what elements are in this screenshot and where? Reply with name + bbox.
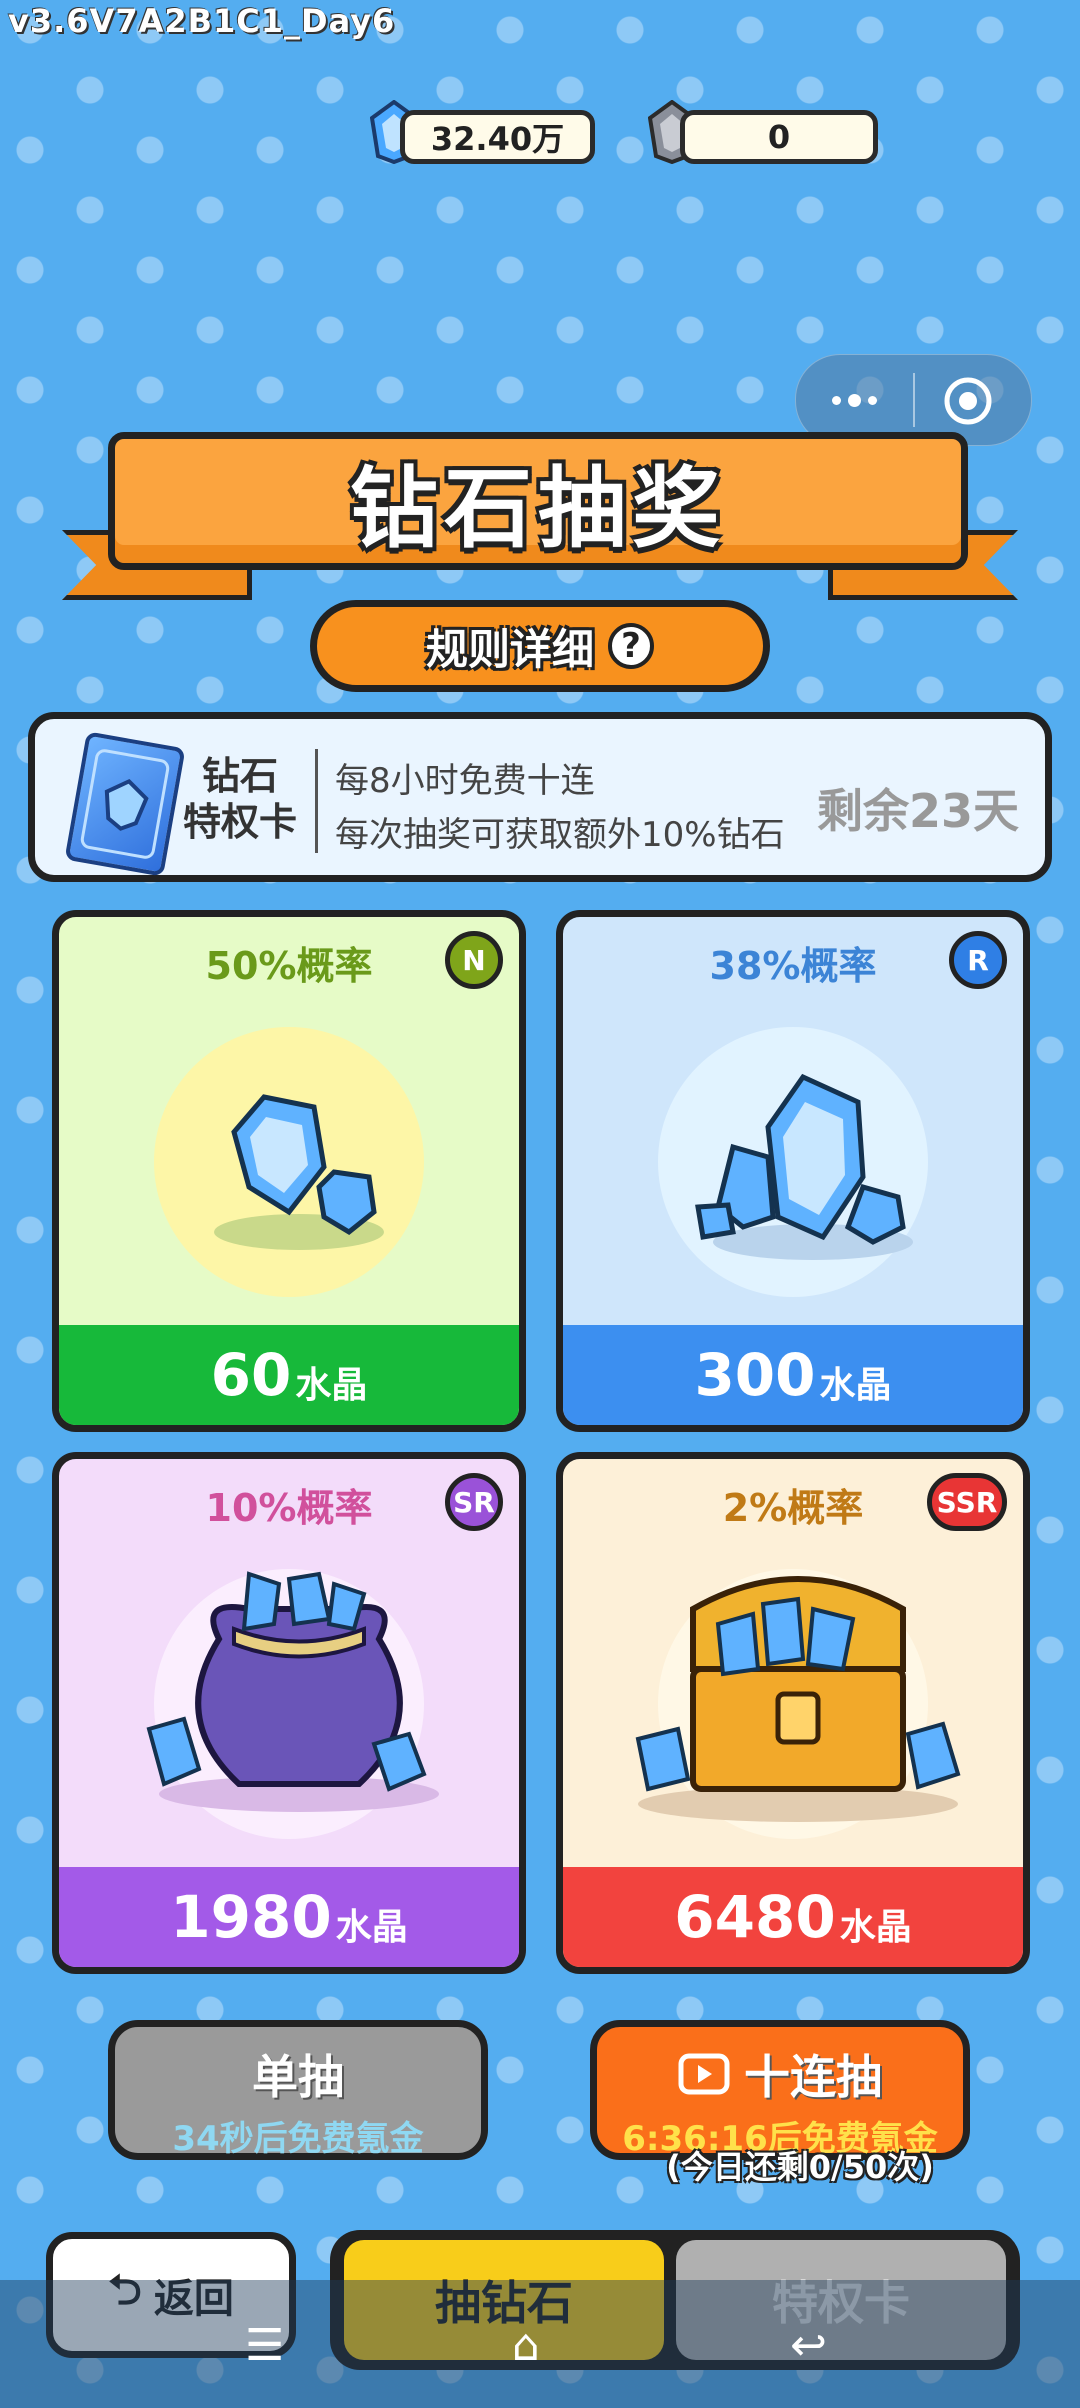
video-ad-icon xyxy=(678,2053,730,2095)
vip-desc-2: 每次抽奖可获取额外10%钻石 xyxy=(335,815,785,855)
vip-title: 钻石 特权卡 xyxy=(175,753,305,845)
vip-card-panel[interactable]: 钻石 特权卡 每8小时免费十连 每次抽奖可获取额外10%钻石 剩余23天 xyxy=(28,712,1052,882)
reward-unit: 水晶 xyxy=(819,1365,892,1406)
crystal-bag-icon xyxy=(146,1571,439,1812)
reward-unit: 水晶 xyxy=(295,1365,368,1406)
treasure-chest-icon xyxy=(635,1576,961,1822)
vip-card-icon xyxy=(64,731,186,877)
question-icon: ? xyxy=(608,623,654,669)
vip-title-line1: 钻石 xyxy=(201,754,278,798)
page-title: 钻石抽奖 xyxy=(349,456,726,560)
reward-amount: 1980 xyxy=(170,1883,332,1951)
single-draw-button[interactable]: 单抽 34秒后免费氪金 xyxy=(108,2020,488,2160)
reward-amount: 6480 xyxy=(674,1883,836,1951)
title-banner: 钻石抽奖 xyxy=(108,432,968,570)
crystal-counter: 32.40万 xyxy=(400,110,595,164)
vip-title-line2: 特权卡 xyxy=(182,800,297,844)
version-label: v3.6V7A2B1C1_Day6 xyxy=(8,2,396,40)
reward-bar: 300 水晶 xyxy=(563,1325,1023,1425)
shard-counter: 0 xyxy=(680,110,878,164)
reward-amount: 60 xyxy=(210,1341,292,1409)
menu-nav-icon[interactable]: ☰ xyxy=(245,2320,284,2371)
reward-amount: 300 xyxy=(694,1341,816,1409)
prize-card-r: 38%概率 R 300 水晶 xyxy=(556,910,1030,1432)
prize-card-n: 50%概率 N 60 水晶 xyxy=(52,910,526,1432)
daily-remaining-note: (今日还剩0/50次) xyxy=(666,2148,934,2186)
close-miniprogram-icon[interactable] xyxy=(942,375,994,427)
prize-card-ssr: 2%概率 SSR 6480 水晶 xyxy=(556,1452,1030,1974)
reward-bar: 6480 水晶 xyxy=(563,1867,1023,1967)
ten-draw-label: 十连抽 xyxy=(744,2050,882,2104)
rules-label: 规则详细 xyxy=(425,624,594,674)
rarity-badge: N xyxy=(445,931,503,989)
back-nav-icon[interactable]: ↩ xyxy=(790,2320,827,2371)
more-menu-button[interactable] xyxy=(824,377,884,423)
rarity-badge: R xyxy=(949,931,1007,989)
rarity-badge: SR xyxy=(445,1473,503,1531)
reward-bar: 60 水晶 xyxy=(59,1325,519,1425)
shard-amount: 0 xyxy=(767,118,791,156)
prize-card-sr: 10%概率 SR 1980 水晶 xyxy=(52,1452,526,1974)
rarity-badge: SSR xyxy=(927,1473,1007,1531)
small-crystal-icon xyxy=(214,1094,384,1250)
single-draw-label: 单抽 xyxy=(252,2050,344,2104)
crystal-amount: 32.40万 xyxy=(430,120,565,158)
reward-unit: 水晶 xyxy=(335,1907,408,1948)
home-nav-icon[interactable]: ⌂ xyxy=(512,2320,540,2371)
crystal-cluster-icon xyxy=(695,1073,913,1260)
system-nav-bar xyxy=(0,2280,1080,2408)
reward-unit: 水晶 xyxy=(839,1907,912,1948)
vip-remaining-days: 剩余23天 xyxy=(816,784,1019,838)
divider xyxy=(315,749,318,853)
vip-desc-1: 每8小时免费十连 xyxy=(335,761,595,801)
ten-draw-button[interactable]: 十连抽 6:36:16后免费氪金 xyxy=(590,2020,970,2160)
reward-bar: 1980 水晶 xyxy=(59,1867,519,1967)
rules-button[interactable]: 规则详细 ? xyxy=(310,600,770,692)
single-draw-countdown: 34秒后免费氪金 xyxy=(172,2119,424,2159)
